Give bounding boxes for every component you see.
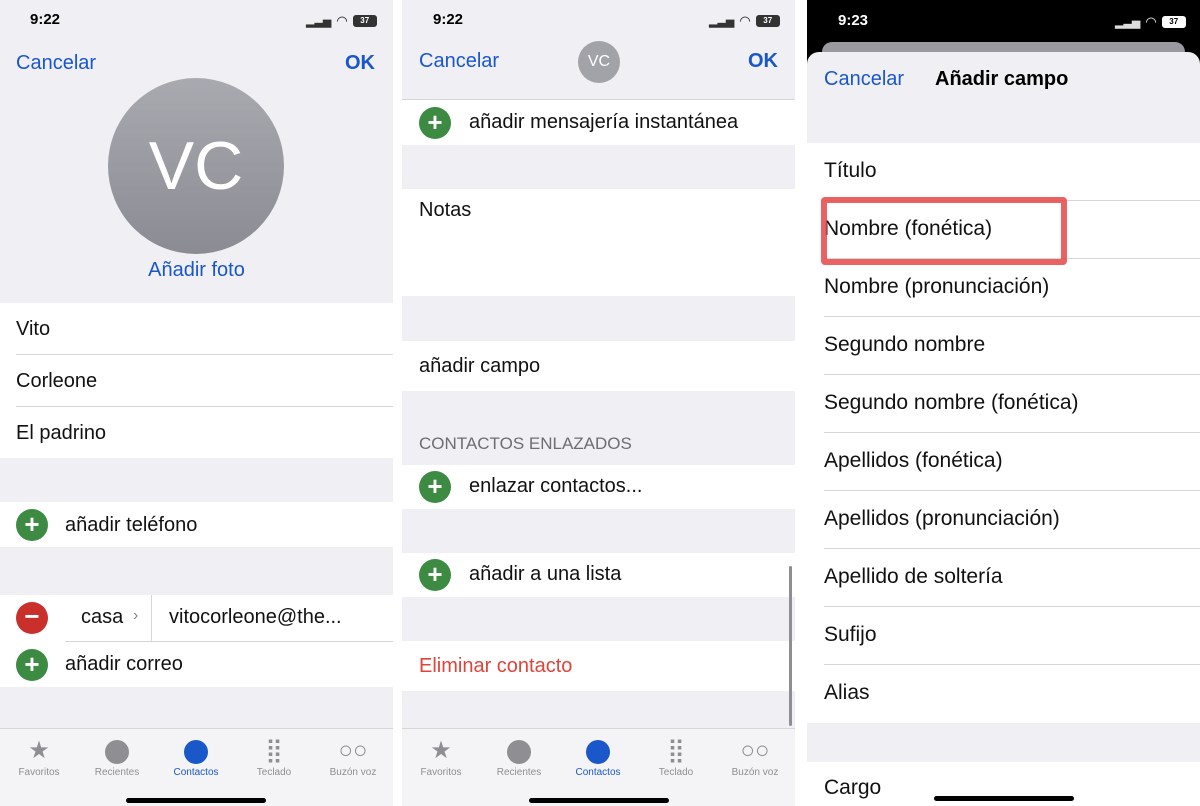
field-option-sufijo[interactable]: Sufijo (807, 607, 1200, 665)
link-contacts-row[interactable]: + enlazar contactos... (402, 465, 795, 509)
person-icon (559, 735, 637, 767)
add-field-sheet: Cancelar Añadir campo Título Nombre (fon… (807, 52, 1200, 806)
tab-teclado[interactable]: ⣿ Teclado (637, 735, 715, 778)
tab-favoritos[interactable]: ★ Favoritos (402, 735, 480, 778)
status-time: 9:22 (30, 11, 61, 28)
divider (16, 354, 393, 355)
field-option-segundo-nombre-fonetica[interactable]: Segundo nombre (fonética) (807, 375, 1200, 433)
edit-contact-screen-2: 9:22 ▂▃▅ ◠ 37 Cancelar VC OK + añadir me… (402, 0, 795, 806)
add-im-row[interactable]: + añadir mensajería instantánea (402, 100, 795, 145)
divider (151, 595, 152, 641)
tab-contactos[interactable]: Contactos (559, 735, 637, 778)
wifi-icon: ◠ (739, 13, 751, 28)
add-to-list-label: añadir a una lista (469, 563, 622, 585)
email-field[interactable]: vitocorleone@the... (169, 606, 342, 629)
tab-buzon-voz[interactable]: ○○ Buzón voz (314, 735, 392, 778)
battery-icon: 37 (1161, 16, 1186, 28)
avatar[interactable]: VC (108, 78, 284, 254)
chevron-right-icon: › (133, 607, 139, 624)
add-im-label: añadir mensajería instantánea (469, 111, 739, 133)
add-phone-row[interactable]: + añadir teléfono (0, 502, 393, 547)
add-field-sheet-screen: 9:23 ▂▃▅ ◠ 37 Cancelar Añadir campo Títu… (807, 0, 1200, 806)
home-indicator (934, 796, 1074, 801)
notes-label: Notas (419, 199, 472, 221)
tab-favoritos[interactable]: ★ Favoritos (0, 735, 78, 778)
tab-contactos[interactable]: Contactos (157, 735, 235, 778)
status-icons: ▂▃▅ ◠ 37 (1115, 14, 1186, 30)
signal-icon: ▂▃▅ (1115, 16, 1141, 29)
last-name-field[interactable]: Corleone (16, 370, 97, 393)
scrollbar[interactable] (789, 566, 792, 726)
add-field-button[interactable]: añadir campo (419, 355, 540, 378)
cancel-button[interactable]: Cancelar (16, 52, 96, 75)
field-option-nombre-pronunciacion[interactable]: Nombre (pronunciación) (807, 259, 1200, 317)
add-email-plus-icon[interactable]: + (16, 649, 48, 681)
linked-contacts-header: CONTACTOS ENLAZADOS (419, 434, 632, 453)
add-to-list-row[interactable]: + añadir a una lista (402, 553, 795, 597)
add-to-list-plus-icon[interactable]: + (419, 559, 451, 591)
star-icon: ★ (430, 737, 452, 764)
add-photo-button[interactable]: Añadir foto (0, 259, 393, 282)
battery-icon: 37 (755, 15, 780, 27)
cancel-button[interactable]: Cancelar (419, 50, 499, 73)
tab-buzon-voz[interactable]: ○○ Buzón voz (716, 735, 794, 778)
voicemail-icon: ○○ (338, 737, 368, 764)
tab-bar: ★ Favoritos Recientes Contactos ⣿ Teclado … (0, 728, 393, 806)
tab-recientes[interactable]: Recientes (480, 735, 558, 778)
cancel-button[interactable]: Cancelar (824, 68, 904, 91)
person-icon (157, 735, 235, 767)
add-im-plus-icon[interactable]: + (419, 107, 451, 139)
wifi-icon: ◠ (336, 13, 348, 28)
star-icon: ★ (28, 737, 50, 764)
home-indicator (529, 798, 669, 803)
add-email-label[interactable]: añadir correo (65, 653, 183, 676)
home-indicator (126, 798, 266, 803)
highlight-annotation (821, 197, 1067, 265)
add-field-row[interactable]: añadir campo (402, 341, 795, 391)
clock-icon (78, 735, 156, 767)
notes-field[interactable]: Notas (402, 189, 795, 296)
name-fields-group: Vito Corleone El padrino (0, 303, 393, 458)
sheet-title: Añadir campo (935, 68, 1069, 90)
signal-icon: ▂▃▅ (709, 15, 735, 28)
status-icons: ▂▃▅ ◠ 37 (709, 13, 780, 29)
wifi-icon: ◠ (1145, 14, 1157, 29)
keypad-icon: ⣿ (667, 737, 685, 764)
add-phone-plus-icon[interactable]: + (16, 509, 48, 541)
status-time: 9:23 (838, 12, 869, 29)
keypad-icon: ⣿ (265, 737, 283, 764)
divider (65, 641, 393, 642)
delete-contact-row[interactable]: Eliminar contacto (402, 641, 795, 691)
first-name-field[interactable]: Vito (16, 318, 50, 341)
tab-recientes[interactable]: Recientes (78, 735, 156, 778)
link-contacts-plus-icon[interactable]: + (419, 471, 451, 503)
delete-contact-button[interactable]: Eliminar contacto (419, 655, 572, 678)
field-option-titulo[interactable]: Título (807, 143, 1200, 201)
email-group: − casa › vitocorleone@the... + añadir co… (0, 595, 393, 687)
signal-icon: ▂▃▅ (306, 15, 332, 28)
ok-button[interactable]: OK (748, 50, 778, 73)
clock-icon (480, 735, 558, 767)
voicemail-icon: ○○ (740, 737, 770, 764)
divider (16, 406, 393, 407)
field-option-segundo-nombre[interactable]: Segundo nombre (807, 317, 1200, 375)
link-contacts-label: enlazar contactos... (469, 475, 643, 497)
ok-button[interactable]: OK (345, 52, 375, 75)
status-icons: ▂▃▅ ◠ 37 (306, 13, 377, 29)
field-option-alias[interactable]: Alias (807, 665, 1200, 723)
company-field[interactable]: El padrino (16, 422, 106, 445)
field-option-apellidos-pronunciacion[interactable]: Apellidos (pronunciación) (807, 491, 1200, 549)
field-option-apellido-solteria[interactable]: Apellido de soltería (807, 549, 1200, 607)
status-time: 9:22 (433, 11, 464, 28)
remove-email-icon[interactable]: − (16, 602, 48, 634)
battery-icon: 37 (352, 15, 377, 27)
tab-bar: ★ Favoritos Recientes Contactos ⣿ Teclado … (402, 728, 795, 806)
edit-contact-screen-1: 9:22 ▂▃▅ ◠ 37 Cancelar OK VC Añadir foto… (0, 0, 393, 806)
field-option-apellidos-fonetica[interactable]: Apellidos (fonética) (807, 433, 1200, 491)
avatar-small[interactable]: VC (578, 41, 620, 83)
email-label-selector[interactable]: casa (81, 606, 123, 629)
add-phone-label: añadir teléfono (65, 514, 198, 536)
tab-teclado[interactable]: ⣿ Teclado (235, 735, 313, 778)
